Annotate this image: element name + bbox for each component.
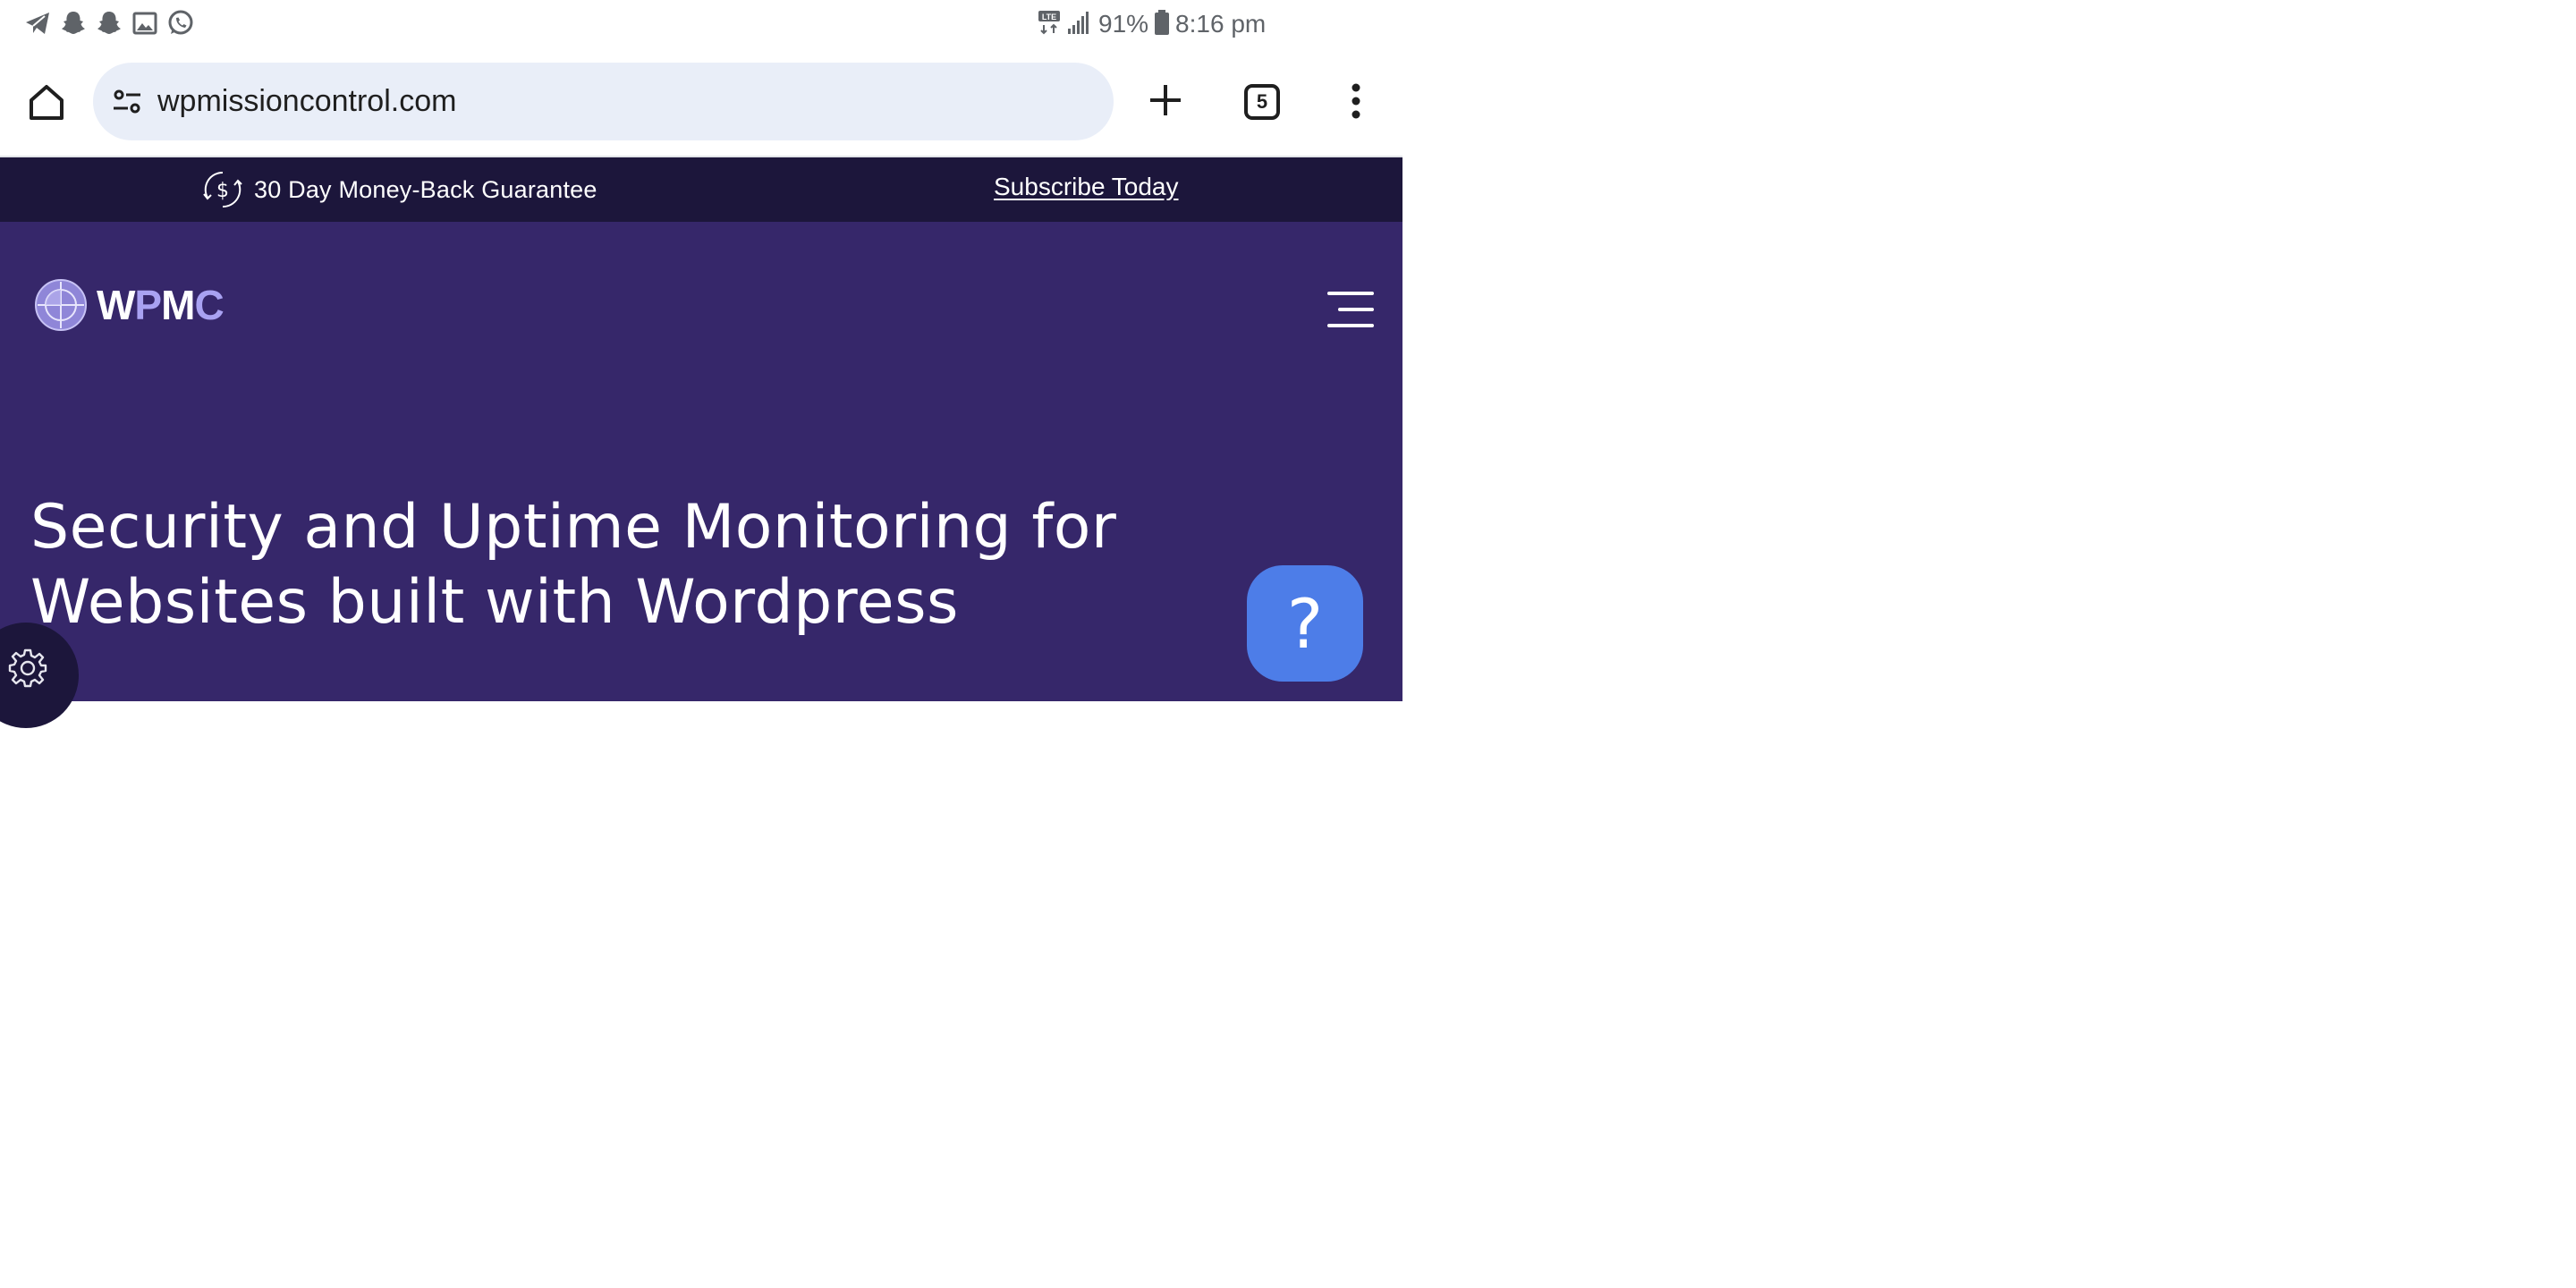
guarantee-text: 30 Day Money-Back Guarantee xyxy=(254,175,597,203)
browser-menu-button[interactable] xyxy=(1342,80,1370,122)
tab-switcher-button[interactable]: 5 xyxy=(1244,84,1280,120)
hero-section: WPMC Security and Uptime Monitoring for … xyxy=(0,222,1402,701)
more-vert-icon xyxy=(1352,83,1360,119)
hero-title: Security and Uptime Monitoring for Websi… xyxy=(30,492,1117,638)
browser-toolbar: wpmissioncontrol.com 5 xyxy=(0,48,1402,157)
logo-wordmark: WPMC xyxy=(97,282,225,328)
promo-bar: $ 30 Day Money-Back Guarantee Subscribe … xyxy=(0,157,1402,222)
svg-text:$: $ xyxy=(216,180,229,202)
home-button[interactable] xyxy=(23,79,70,125)
battery-icon xyxy=(1154,9,1170,40)
address-bar[interactable]: wpmissioncontrol.com xyxy=(93,63,1114,140)
money-back-guarantee: $ 30 Day Money-Back Guarantee xyxy=(202,168,597,211)
notification-icons xyxy=(23,9,195,38)
site-logo[interactable]: WPMC xyxy=(34,277,225,333)
status-bar: LTE 91% 8:16 pm xyxy=(0,0,1402,48)
help-chat-button[interactable]: ? xyxy=(1247,565,1363,682)
plus-icon xyxy=(1150,85,1181,115)
money-back-icon: $ xyxy=(203,171,242,208)
lte-icon: LTE xyxy=(1038,9,1061,40)
system-status-icons: LTE 91% 8:16 pm xyxy=(1038,7,1266,41)
radar-logo-icon xyxy=(35,279,87,331)
snapchat-icon xyxy=(95,9,123,38)
gear-icon xyxy=(8,648,47,688)
whatsapp-icon xyxy=(166,9,195,38)
hamburger-menu-button[interactable] xyxy=(1327,290,1374,329)
signal-icon xyxy=(1066,9,1093,40)
site-info-icon[interactable] xyxy=(109,84,145,120)
gallery-icon xyxy=(131,9,159,38)
clock: 8:16 pm xyxy=(1175,10,1267,38)
url-text[interactable]: wpmissioncontrol.com xyxy=(157,84,456,119)
telegram-icon xyxy=(23,9,52,38)
snapchat-icon xyxy=(59,9,88,38)
svg-text:LTE: LTE xyxy=(1042,13,1056,21)
subscribe-today-link[interactable]: Subscribe Today xyxy=(994,173,1179,201)
home-icon xyxy=(30,85,64,120)
new-tab-button[interactable] xyxy=(1145,80,1186,121)
battery-percent: 91% xyxy=(1098,10,1149,38)
